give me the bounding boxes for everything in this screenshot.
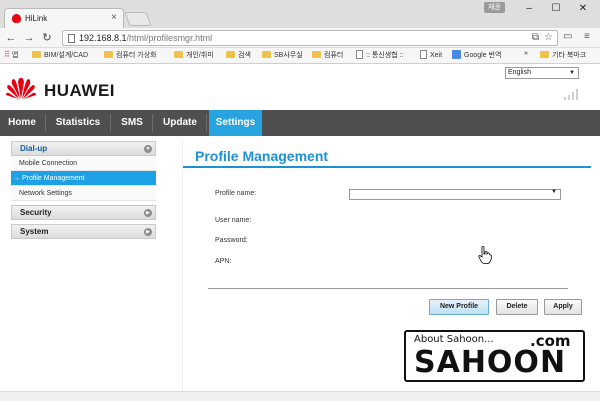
- nav-statistics[interactable]: Statistics: [48, 110, 108, 136]
- hand-cursor-icon: [478, 246, 492, 264]
- browser-tab[interactable]: HiLink ×: [4, 8, 124, 28]
- delete-button[interactable]: Delete: [496, 299, 538, 315]
- watermark-tagline: About Sahoon...: [414, 334, 494, 345]
- nav-home[interactable]: Home: [0, 110, 44, 136]
- chevron-down-icon: ▼: [569, 70, 575, 76]
- browser-titlebar: HiLink × 재윤 – ☐ ✕: [0, 0, 600, 28]
- chevron-down-icon: ▼: [551, 189, 557, 195]
- sidebar-item-network-settings[interactable]: Network Settings: [11, 186, 156, 201]
- more-bookmarks-icon[interactable]: »: [524, 50, 528, 57]
- chevron-right-icon: ▶: [144, 228, 152, 236]
- back-icon[interactable]: ←: [4, 31, 18, 45]
- nav-sms[interactable]: SMS: [114, 110, 150, 136]
- reload-icon[interactable]: ↻: [40, 31, 54, 45]
- page-icon: [68, 34, 75, 43]
- url-text: 192.168.8.1/html/profilesmgr.html: [79, 33, 213, 43]
- bookmarks-bar: ⠿ 앱 BIM/설계/CAD 컴퓨터 가상화 개인/취미 검색 SB사무실 컴퓨터…: [0, 48, 600, 64]
- maximize-icon[interactable]: ☐: [543, 2, 569, 16]
- translate-icon[interactable]: ⧉: [532, 32, 539, 43]
- bookmark-folder[interactable]: SB사무실: [262, 50, 303, 60]
- folder-icon: [540, 51, 549, 58]
- bookmark-link[interactable]: :: 통신생협 ::: [356, 50, 403, 60]
- folder-icon: [226, 51, 235, 58]
- folder-icon: [312, 51, 321, 58]
- language-select[interactable]: English ▼: [505, 67, 579, 79]
- page-title: Profile Management: [195, 148, 329, 164]
- nav-settings[interactable]: Settings: [209, 110, 262, 136]
- chevron-down-icon: ▼: [144, 145, 152, 153]
- apply-button[interactable]: Apply: [544, 299, 582, 315]
- page-icon: [356, 50, 363, 59]
- folder-icon: [262, 51, 271, 58]
- sidebar-security-header[interactable]: Security ▶: [11, 205, 156, 220]
- translate-icon: [452, 50, 461, 59]
- sidebar-dialup-header[interactable]: Dial-up ▼: [11, 141, 156, 156]
- arrow-right-icon: →: [13, 175, 22, 182]
- nav-separator: [152, 114, 153, 132]
- forward-icon[interactable]: →: [22, 31, 36, 45]
- chevron-right-icon: ▶: [144, 209, 152, 217]
- sidebar-item-mobile-connection[interactable]: Mobile Connection: [11, 156, 156, 171]
- username-label: User name:: [215, 217, 252, 224]
- folder-icon: [104, 51, 113, 58]
- nav-separator: [206, 114, 207, 132]
- watermark-name: SAHOON: [414, 345, 567, 380]
- nav-separator: [110, 114, 111, 132]
- bookmark-folder[interactable]: 기타 북마크: [540, 50, 586, 60]
- profile-badge[interactable]: 재윤: [484, 2, 505, 13]
- watermark-logo: About Sahoon... .com SAHOON: [404, 330, 585, 382]
- minimize-icon[interactable]: –: [516, 2, 542, 16]
- huawei-logo-icon: [6, 77, 36, 99]
- bookmark-folder[interactable]: 개인/취미: [174, 50, 214, 60]
- cast-icon[interactable]: ▭: [563, 31, 572, 42]
- bookmark-folder[interactable]: 검색: [226, 50, 251, 60]
- main-nav: Home Statistics SMS Update Settings: [0, 110, 600, 136]
- close-window-icon[interactable]: ✕: [570, 2, 596, 16]
- tab-title: HiLink: [25, 14, 48, 23]
- sidebar-item-profile-management[interactable]: → Profile Management: [11, 171, 156, 186]
- folder-icon: [32, 51, 41, 58]
- new-tab-button[interactable]: [124, 12, 152, 26]
- huawei-favicon-icon: [12, 14, 21, 23]
- new-profile-button[interactable]: New Profile: [429, 299, 489, 315]
- brand-wordmark: HUAWEI: [44, 81, 115, 100]
- bookmark-apps[interactable]: ⠿ 앱: [4, 50, 18, 60]
- password-label: Password:: [215, 237, 248, 244]
- bookmark-folder[interactable]: BIM/설계/CAD: [32, 50, 88, 60]
- address-bar[interactable]: 192.168.8.1/html/profilesmgr.html ⧉ ☆: [62, 30, 558, 46]
- browser-toolbar: ← → ↻ 192.168.8.1/html/profilesmgr.html …: [0, 28, 600, 48]
- nav-separator: [45, 114, 46, 132]
- nav-update[interactable]: Update: [156, 110, 204, 136]
- settings-sidebar: Dial-up ▼ Mobile Connection → Profile Ma…: [11, 141, 156, 239]
- sidebar-system-header[interactable]: System ▶: [11, 224, 156, 239]
- bookmark-star-icon[interactable]: ☆: [544, 32, 553, 43]
- close-tab-icon[interactable]: ×: [111, 12, 117, 23]
- bookmark-folder[interactable]: 컴퓨터 가상화: [104, 50, 157, 60]
- signal-strength-icon: [564, 88, 580, 100]
- form-divider: [208, 288, 568, 289]
- bookmark-link[interactable]: Google 번역: [452, 50, 501, 60]
- profile-name-label: Profile name:: [215, 190, 257, 197]
- bookmark-folder[interactable]: 컴퓨터: [312, 50, 343, 60]
- bookmark-link[interactable]: Xeit: [420, 50, 442, 59]
- title-underline: [183, 166, 591, 168]
- window-bottom-edge: [0, 391, 600, 401]
- apn-label: APN:: [215, 258, 232, 265]
- menu-icon[interactable]: ≡: [584, 31, 590, 42]
- profile-name-select[interactable]: ▼: [349, 189, 561, 200]
- folder-icon: [174, 51, 183, 58]
- page-icon: [420, 50, 427, 59]
